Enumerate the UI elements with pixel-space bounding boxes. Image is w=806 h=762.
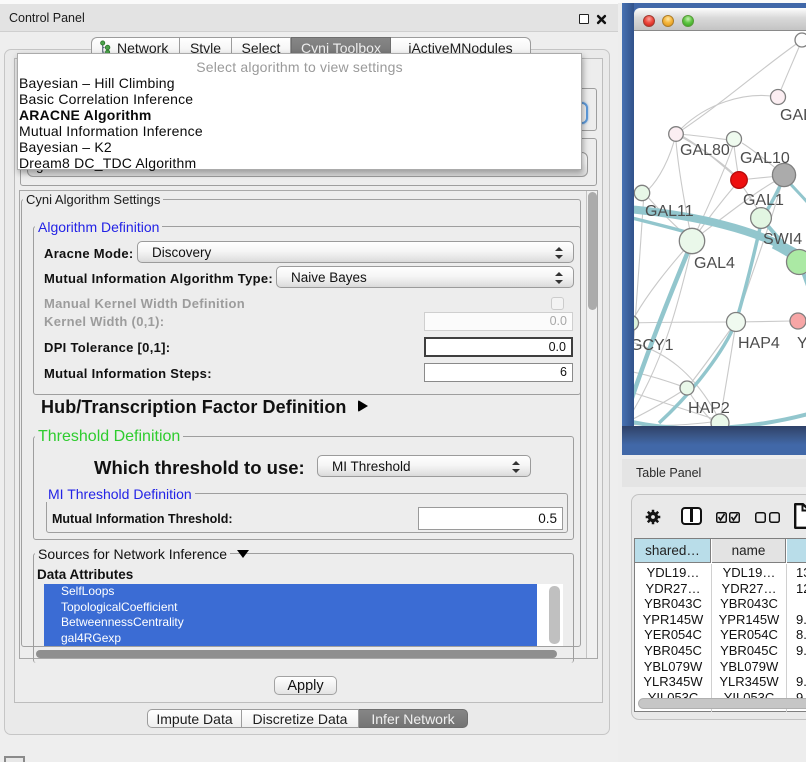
svg-text:GCY1: GCY1 [634, 337, 674, 354]
svg-text:GAL4: GAL4 [694, 255, 735, 272]
svg-text:GAL: GAL [780, 107, 806, 124]
svg-text:GAL10: GAL10 [740, 150, 790, 167]
svg-text:GAL1: GAL1 [743, 192, 784, 209]
svg-text:GAL11: GAL11 [645, 203, 694, 220]
svg-text:HAP2: HAP2 [688, 400, 730, 417]
svg-text:SWI4: SWI4 [763, 231, 802, 248]
svg-text:Y: Y [797, 335, 806, 352]
svg-text:GAL80: GAL80 [680, 142, 730, 159]
svg-text:HAP4: HAP4 [738, 335, 780, 352]
